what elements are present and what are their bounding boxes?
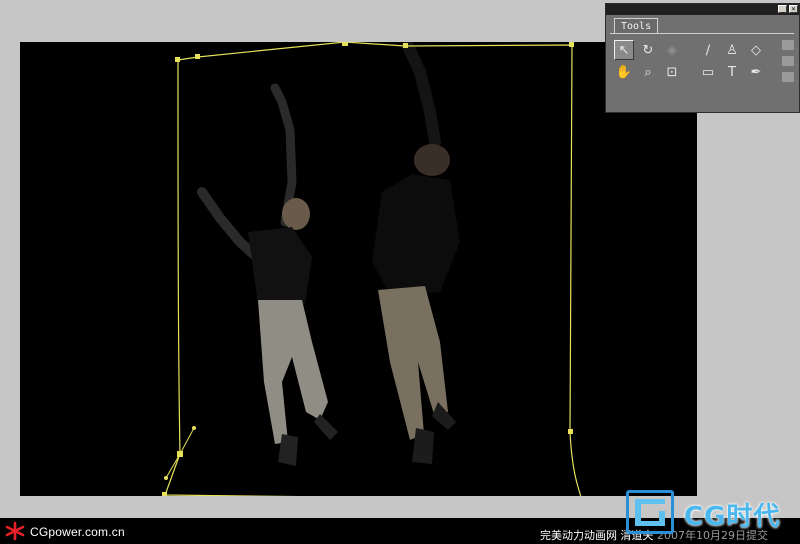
footage-layer: [197, 42, 460, 466]
left-dancer-figure: [197, 83, 338, 466]
brush-tool-icon[interactable]: ∕: [698, 40, 718, 60]
composition-viewer[interactable]: [20, 42, 697, 496]
tab-tools[interactable]: Tools: [614, 18, 659, 34]
camera-tool-icon[interactable]: ◈: [662, 40, 682, 60]
pen-tool-icon[interactable]: ✒: [746, 62, 766, 82]
tools-palette: _ × Tools ↖ ↻ ◈ ∕ ♙ ◇ ✋ ⌕ ⊡ ▭ T ✒: [605, 3, 800, 113]
minimize-button[interactable]: _: [778, 5, 787, 13]
tool-options-swatch[interactable]: [782, 72, 794, 82]
pan-behind-tool-icon[interactable]: ⊡: [662, 62, 682, 82]
rotation-tool-icon[interactable]: ↻: [638, 40, 658, 60]
cgpower-logo-icon: [5, 521, 25, 541]
clone-stamp-tool-icon[interactable]: ♙: [722, 40, 742, 60]
type-tool-icon[interactable]: T: [722, 62, 742, 82]
cg-era-watermark: CG时代: [624, 490, 800, 540]
watermark-text: CG时代: [684, 502, 781, 532]
tool-options-swatch[interactable]: [782, 40, 794, 50]
selection-tool-icon[interactable]: ↖: [614, 40, 634, 60]
right-dancer-figure: [372, 42, 460, 464]
tools-titlebar[interactable]: _ ×: [606, 4, 799, 15]
eraser-tool-icon[interactable]: ◇: [746, 40, 766, 60]
credit-site: 完美动力动画网: [540, 529, 617, 542]
tool-options-swatch[interactable]: [782, 56, 794, 66]
tools-grid: ↖ ↻ ◈ ∕ ♙ ◇ ✋ ⌕ ⊡ ▭ T ✒: [610, 33, 794, 110]
cg-badge-icon: [626, 490, 674, 534]
rectangle-mask-tool-icon[interactable]: ▭: [698, 62, 718, 82]
zoom-tool-icon[interactable]: ⌕: [638, 62, 658, 82]
close-button[interactable]: ×: [789, 5, 798, 13]
hand-tool-icon[interactable]: ✋: [614, 62, 634, 82]
site-name: CGpower.com.cn: [30, 525, 125, 539]
